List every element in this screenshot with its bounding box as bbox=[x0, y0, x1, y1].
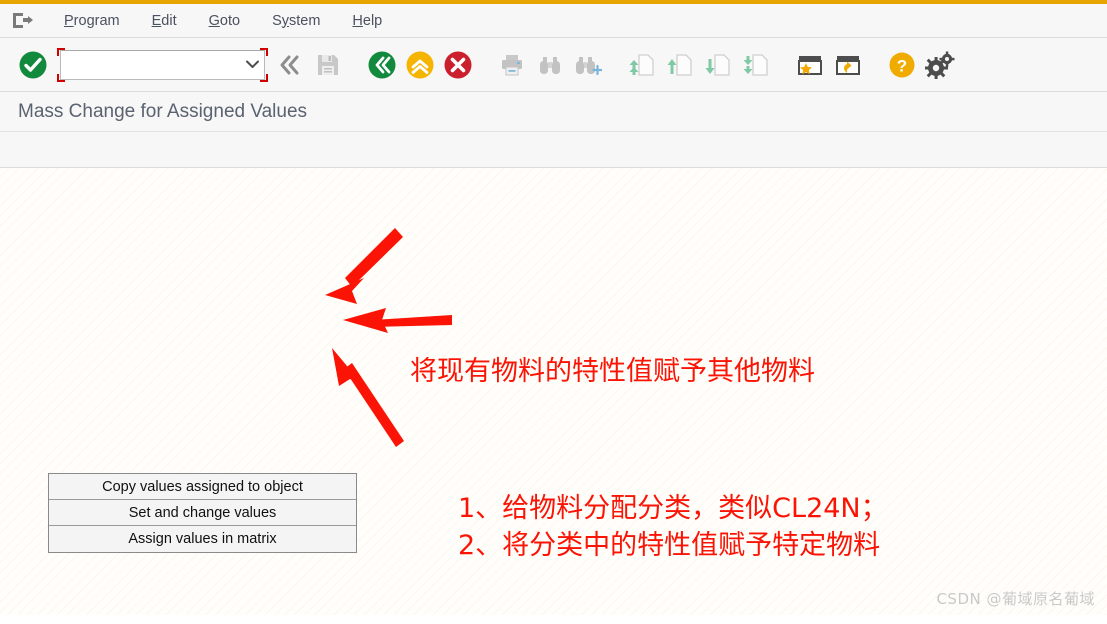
menu-bar: Program Edit Goto System Help bbox=[0, 4, 1107, 38]
help-question-icon[interactable]: ? bbox=[883, 45, 921, 85]
menu-label-edit: dit bbox=[161, 12, 177, 29]
arrow-to-assign-values-in-matrix bbox=[332, 348, 404, 447]
create-session-icon[interactable] bbox=[829, 45, 867, 85]
menu-label-program: rogram bbox=[73, 12, 120, 29]
title-band: Mass Change for Assigned Values bbox=[0, 92, 1107, 132]
double-chevron-left-icon[interactable] bbox=[271, 45, 309, 85]
menu-item-edit[interactable]: Edit bbox=[136, 11, 193, 31]
svg-text:?: ? bbox=[897, 56, 907, 75]
previous-page-icon[interactable] bbox=[661, 45, 699, 85]
option-assign-values-in-matrix[interactable]: Assign values in matrix bbox=[49, 526, 356, 552]
exit-door-icon[interactable] bbox=[10, 10, 36, 32]
application-toolbar-empty bbox=[0, 132, 1107, 168]
page-title: Mass Change for Assigned Values bbox=[18, 100, 308, 122]
csdn-watermark: CSDN @葡域原名葡域 bbox=[936, 590, 1095, 608]
chevron-down-icon[interactable] bbox=[244, 51, 260, 79]
create-shortcut-star-icon[interactable] bbox=[791, 45, 829, 85]
exit-up-icon[interactable] bbox=[401, 45, 439, 85]
main-content-area: Copy values assigned to object Set and c… bbox=[0, 168, 1107, 615]
arrow-to-copy-values bbox=[325, 228, 403, 304]
focus-corner-top-left bbox=[57, 47, 65, 56]
back-icon[interactable] bbox=[363, 45, 401, 85]
menu-label-goto: oto bbox=[219, 12, 241, 29]
command-field-wrapper[interactable] bbox=[57, 47, 268, 82]
option-button-group: Copy values assigned to object Set and c… bbox=[48, 473, 357, 553]
annotation-top: 将现有物料的特性值赋予其他物料 bbox=[410, 356, 815, 387]
annotation-list-item-2: 2、将分类中的特性值赋予特定物料 bbox=[458, 530, 881, 562]
toolbar: ? bbox=[0, 38, 1107, 92]
last-page-icon[interactable] bbox=[737, 45, 775, 85]
arrow-to-set-and-change-values bbox=[343, 308, 452, 333]
focus-corner-bottom-left bbox=[57, 73, 65, 82]
annotation-list-item-1: 1、给物料分配分类，类似CL24N； bbox=[458, 493, 888, 524]
cancel-x-icon[interactable] bbox=[439, 45, 477, 85]
option-copy-values-assigned-to-object[interactable]: Copy values assigned to object bbox=[49, 474, 356, 500]
save-floppy-icon[interactable] bbox=[309, 45, 347, 85]
next-page-icon[interactable] bbox=[699, 45, 737, 85]
command-input[interactable] bbox=[67, 50, 245, 79]
menu-item-program[interactable]: Program bbox=[48, 11, 136, 31]
focus-corner-bottom-right bbox=[260, 73, 268, 82]
menu-label-help: elp bbox=[362, 12, 383, 29]
menu-item-system[interactable]: System bbox=[256, 11, 336, 31]
gears-customize-icon[interactable] bbox=[921, 45, 959, 85]
print-icon[interactable] bbox=[493, 45, 531, 85]
binoculars-find-icon[interactable] bbox=[531, 45, 569, 85]
menu-label-system: stem bbox=[288, 12, 321, 29]
annotation-list: 1、给物料分配分类，类似CL24N； 2、将分类中的特性值赋予特定物料 bbox=[458, 493, 888, 567]
first-page-icon[interactable] bbox=[623, 45, 661, 85]
enter-check-icon[interactable] bbox=[14, 45, 52, 85]
option-set-and-change-values[interactable]: Set and change values bbox=[49, 500, 356, 526]
command-field[interactable] bbox=[60, 49, 265, 80]
menu-item-goto[interactable]: Goto bbox=[193, 11, 256, 31]
menu-item-help[interactable]: Help bbox=[336, 11, 398, 31]
binoculars-find-next-icon[interactable] bbox=[569, 45, 607, 85]
focus-corner-top-right bbox=[260, 47, 268, 56]
